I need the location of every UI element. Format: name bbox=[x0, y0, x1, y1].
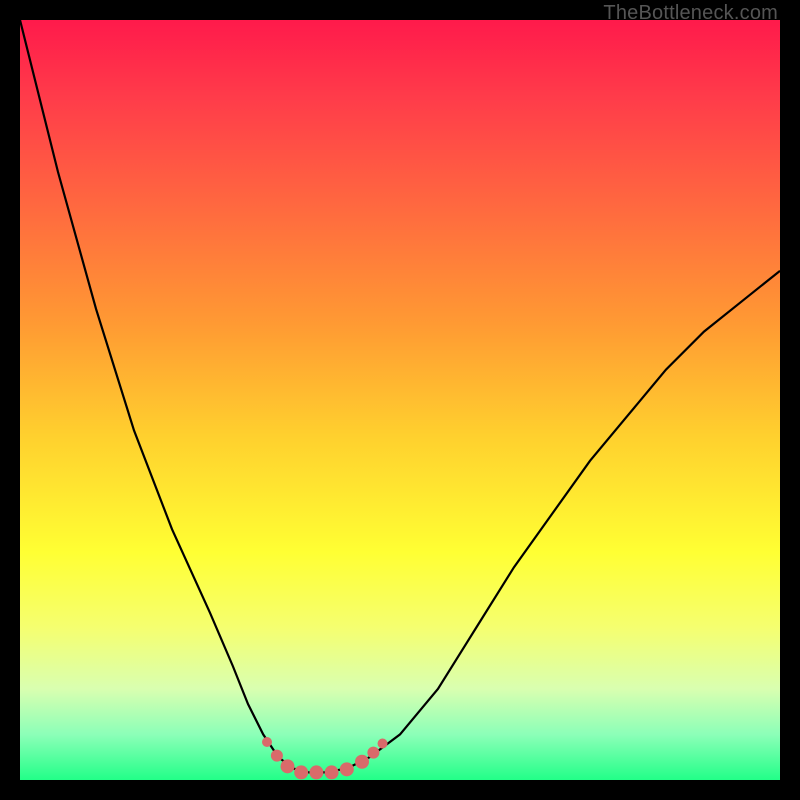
bottleneck-chart bbox=[20, 20, 780, 780]
highlight-marker bbox=[340, 762, 354, 776]
highlight-marker bbox=[355, 755, 369, 769]
highlight-marker bbox=[262, 737, 272, 747]
highlight-marker bbox=[309, 765, 323, 779]
chart-frame: TheBottleneck.com bbox=[0, 0, 800, 800]
chart-background bbox=[20, 20, 780, 780]
highlight-marker bbox=[294, 765, 308, 779]
highlight-marker bbox=[271, 750, 283, 762]
highlight-marker bbox=[325, 765, 339, 779]
highlight-marker bbox=[281, 759, 295, 773]
highlight-marker bbox=[367, 747, 379, 759]
highlight-marker bbox=[378, 739, 388, 749]
